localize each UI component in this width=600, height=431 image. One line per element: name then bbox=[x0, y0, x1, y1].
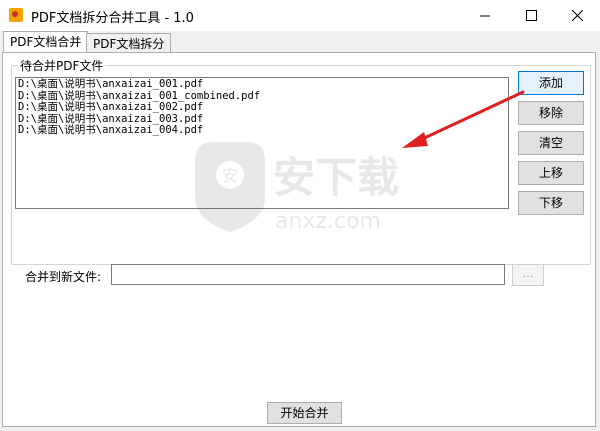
tab-pdf-merge[interactable]: PDF文档合并 bbox=[3, 31, 89, 53]
maximize-button[interactable] bbox=[508, 0, 554, 31]
pending-files-group: 待合并PDF文件 D:\桌面\说明书\anxaizai_001.pdf D:\桌… bbox=[11, 57, 591, 265]
merge-tab-page: 待合并PDF文件 D:\桌面\说明书\anxaizai_001.pdf D:\桌… bbox=[2, 52, 596, 427]
app-logo-icon bbox=[9, 8, 23, 22]
move-up-button[interactable]: 上移 bbox=[518, 161, 584, 185]
clear-button[interactable]: 清空 bbox=[518, 131, 584, 155]
list-item[interactable]: D:\桌面\说明书\anxaizai_004.pdf bbox=[18, 124, 506, 137]
group-label: 待合并PDF文件 bbox=[18, 57, 106, 74]
file-listbox[interactable]: D:\桌面\说明书\anxaizai_001.pdf D:\桌面\说明书\anx… bbox=[15, 77, 509, 209]
list-item[interactable]: D:\桌面\说明书\anxaizai_002.pdf bbox=[18, 101, 506, 114]
move-down-button[interactable]: 下移 bbox=[518, 191, 584, 215]
window-title: PDF文档拆分合并工具 - 1.0 bbox=[31, 11, 194, 26]
browse-button[interactable]: ... bbox=[512, 264, 544, 286]
minimize-icon bbox=[479, 15, 490, 17]
output-file-input[interactable] bbox=[111, 264, 505, 285]
title-bar: PDF文档拆分合并工具 - 1.0 bbox=[0, 0, 600, 31]
remove-button[interactable]: 移除 bbox=[518, 101, 584, 125]
maximize-icon bbox=[525, 10, 537, 21]
add-button[interactable]: 添加 bbox=[518, 71, 584, 95]
tab-bar: PDF文档合并 PDF文档拆分 bbox=[0, 31, 600, 53]
minimize-button[interactable] bbox=[462, 0, 508, 31]
list-item[interactable]: D:\桌面\说明书\anxaizai_001.pdf bbox=[18, 78, 506, 91]
tab-pdf-split[interactable]: PDF文档拆分 bbox=[86, 33, 172, 53]
start-merge-button[interactable]: 开始合并 bbox=[267, 402, 342, 424]
close-button[interactable] bbox=[554, 0, 600, 31]
app-window: PDF文档拆分合并工具 - 1.0 PDF文档合并 PDF文档拆分 待合并PDF… bbox=[0, 0, 600, 431]
close-icon bbox=[571, 10, 583, 21]
output-file-label: 合并到新文件: bbox=[25, 270, 102, 284]
